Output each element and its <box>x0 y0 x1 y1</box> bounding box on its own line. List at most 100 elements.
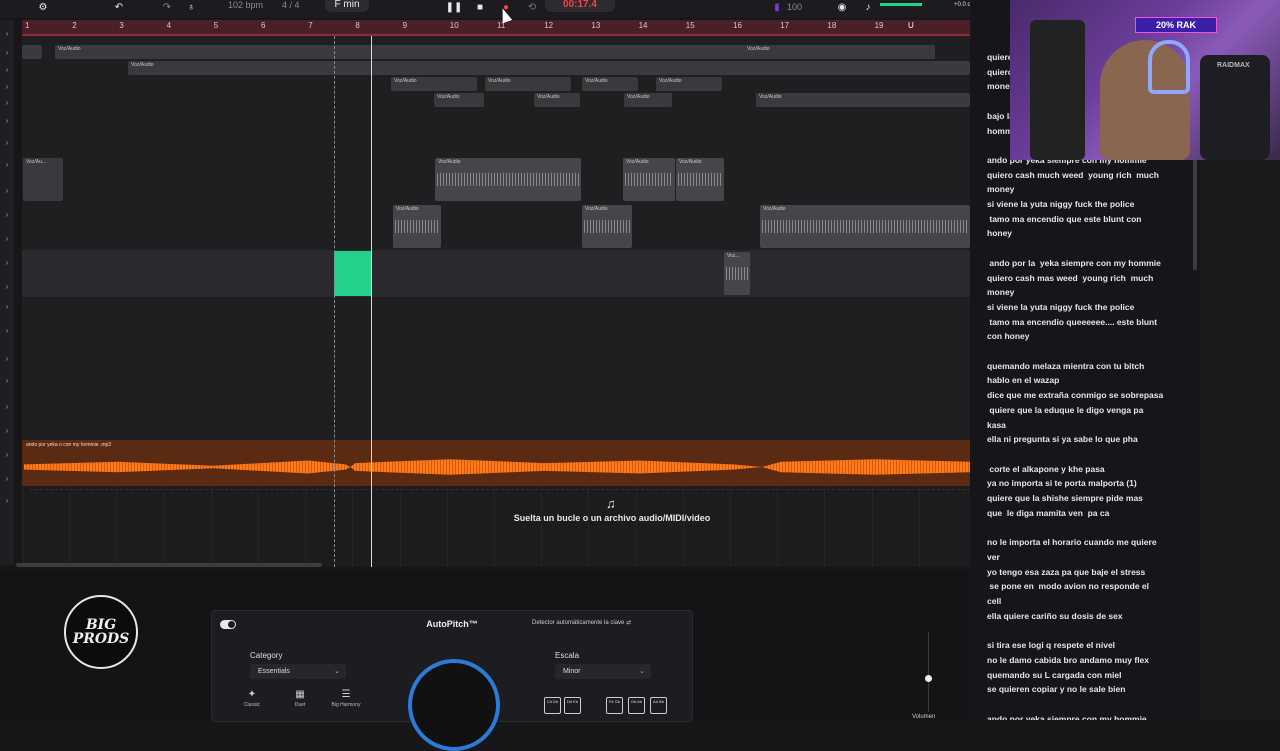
audio-clip[interactable]: Voz/Audio <box>624 93 672 107</box>
audio-clip[interactable]: Voz/Audio <box>760 205 970 248</box>
track-expand-icon[interactable]: › <box>2 282 12 291</box>
master-volume-meter[interactable] <box>880 3 922 6</box>
undo-icon[interactable]: ↶ <box>112 0 126 14</box>
mode-classic[interactable]: ✦ Classic <box>230 689 274 717</box>
audio-clip[interactable]: Voz/Audio <box>391 77 477 91</box>
track-expand-icon[interactable]: › <box>2 234 12 243</box>
audio-clip[interactable]: Voz/Audio <box>756 93 970 107</box>
key-button[interactable]: F# Gb <box>606 697 623 714</box>
stop-icon[interactable]: ■ <box>473 0 487 14</box>
bar-number: 12 <box>544 21 554 30</box>
metronome-icon[interactable]: ♁ <box>184 0 198 14</box>
track-lane[interactable] <box>22 391 970 441</box>
mode-big-harmony[interactable]: ☰ Big Harmony <box>324 689 368 717</box>
track-lane[interactable] <box>22 100 970 157</box>
audio-clip[interactable]: Voz/Audio <box>128 61 970 75</box>
audio-clip[interactable]: Voz/Audio <box>393 205 441 248</box>
key-button[interactable]: A# Bb <box>650 697 667 714</box>
tempo-field[interactable]: 102 bpm <box>228 0 263 14</box>
track-expand-icon[interactable]: › <box>2 138 12 147</box>
toggle-icon[interactable]: ◉ <box>834 0 850 14</box>
volume-slider-thumb[interactable] <box>925 675 932 682</box>
speaker-icon[interactable]: ♪ <box>862 0 874 14</box>
track-lane[interactable] <box>22 297 970 345</box>
count-in-icon[interactable]: ▮ <box>772 0 782 14</box>
scale-value: Minor <box>563 668 581 675</box>
audio-clip[interactable]: Voz/Audio <box>534 93 580 107</box>
zoom-level[interactable]: 100 <box>787 2 802 16</box>
category-value: Essentials <box>258 668 290 675</box>
audio-clip[interactable]: Voz... <box>724 252 750 295</box>
audio-clip[interactable]: Voz/Audio <box>485 77 571 91</box>
detector-toggle[interactable]: Detector automáticamente la clave ⇄ <box>532 619 672 630</box>
track-expand-icon[interactable]: › <box>2 376 12 385</box>
track-expand-icon[interactable]: › <box>2 186 12 195</box>
time-signature[interactable]: 4 / 4 <box>282 0 300 14</box>
track-expand-icon[interactable]: › <box>2 29 12 38</box>
audio-clip[interactable]: Voz/Audio <box>676 158 724 201</box>
track-expand-icon[interactable]: › <box>2 65 12 74</box>
track-expand-icon[interactable]: › <box>2 98 12 107</box>
audio-clip[interactable]: Voz/Audio <box>656 77 722 91</box>
redo-icon[interactable]: ↷ <box>160 0 174 14</box>
settings-icon[interactable]: ⚙ <box>36 0 50 14</box>
track-expand-icon[interactable]: › <box>2 210 12 219</box>
master-audio-clip[interactable]: ando por yeka o con my hommie .mp3 <box>22 440 970 486</box>
audio-clip[interactable]: Voz/Audio <box>623 158 675 201</box>
chevron-down-icon: ⌄ <box>334 668 340 675</box>
headset-image <box>1148 40 1190 94</box>
timeline-ruler[interactable]: 1 2 3 4 5 6 7 8 9 10 11 12 13 14 15 16 17 18 19 U <box>22 20 970 36</box>
pitch-correction-knob[interactable] <box>408 659 500 751</box>
audio-clip[interactable]: Voz/Audio <box>434 93 484 107</box>
track-expand-icon[interactable]: › <box>2 326 12 335</box>
audio-clip[interactable] <box>22 45 42 59</box>
audio-clip[interactable]: Voz/Audio <box>435 158 581 201</box>
category-select[interactable]: Essentials ⌄ <box>250 664 346 679</box>
tempo-value: 102 <box>228 0 244 10</box>
track-expand-icon[interactable]: › <box>2 302 12 311</box>
autopitch-toggle[interactable] <box>220 620 236 629</box>
chair-brand-text: RAIDMAX <box>1217 62 1250 69</box>
drop-zone[interactable] <box>30 489 970 532</box>
track-expand-icon[interactable]: › <box>2 354 12 363</box>
track-expand-icon[interactable]: › <box>2 48 12 57</box>
track-expand-icon[interactable]: › <box>2 116 12 125</box>
arrangement-view[interactable]: Voz/Audio Voz/Audio Voz/Audio Voz/Audio Voz/… <box>22 36 970 567</box>
volume-slider-track[interactable] <box>928 632 929 712</box>
track-expand-icon[interactable]: › <box>2 496 12 505</box>
track-expand-icon[interactable]: › <box>2 160 12 169</box>
track-expand-icon[interactable]: › <box>2 450 12 459</box>
audio-clip[interactable]: Voz/Audio <box>744 45 902 59</box>
key-button[interactable]: C# Db <box>544 697 561 714</box>
track-expand-icon[interactable]: › <box>2 402 12 411</box>
track-expand-icon[interactable]: › <box>2 474 12 483</box>
audio-clip[interactable]: Voz/Audio <box>582 205 632 248</box>
track-expand-icon[interactable]: › <box>2 426 12 435</box>
audio-clip-label: Voz/Audio <box>747 46 770 52</box>
loop-icon[interactable]: ⟲ <box>525 0 539 14</box>
mode-duet[interactable]: ▦ Duet <box>278 689 322 717</box>
bar-number: 17 <box>780 21 790 30</box>
gaming-chair-image <box>1200 55 1270 160</box>
playhead[interactable] <box>371 36 372 567</box>
audio-clip-label: Voz/Audio <box>394 78 417 84</box>
pause-icon[interactable]: ❚❚ <box>446 0 463 14</box>
horizontal-scrollbar[interactable] <box>16 563 322 567</box>
key-button[interactable]: G# Ab <box>628 697 645 714</box>
scale-label: Escala <box>555 651 580 660</box>
track-lane[interactable] <box>22 344 970 392</box>
magnet-icon[interactable]: U <box>908 21 914 30</box>
audio-clip-label: Voz/Audio <box>437 94 460 100</box>
key-button[interactable]: D# Eb <box>564 697 581 714</box>
loop-marker[interactable] <box>334 36 335 567</box>
audio-clip[interactable]: Voz/Audio <box>582 77 638 91</box>
scale-select[interactable]: Minor ⌄ <box>555 664 651 679</box>
key-selector[interactable]: F min <box>325 0 369 12</box>
track-expand-icon[interactable]: › <box>2 82 12 91</box>
audio-clip[interactable]: Voz/Au... <box>23 158 63 201</box>
track-expand-icon[interactable]: › <box>2 258 12 267</box>
audio-clip-label: Voz/Audio <box>585 78 608 84</box>
track-lane[interactable] <box>22 250 970 298</box>
selected-region[interactable] <box>334 251 371 296</box>
bar-number: 13 <box>591 21 601 30</box>
